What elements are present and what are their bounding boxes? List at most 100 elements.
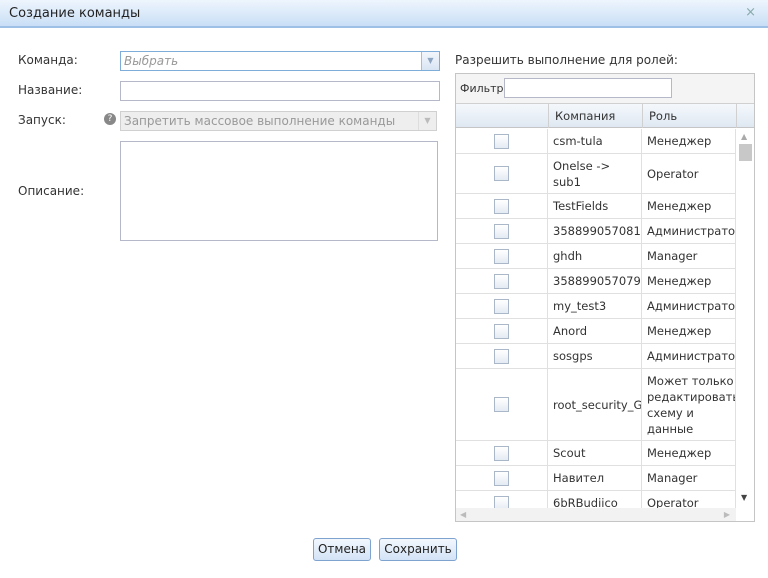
table-row[interactable]: root_security_G Может только редактирова… bbox=[456, 369, 736, 441]
row-select-cell bbox=[456, 129, 548, 153]
row-checkbox[interactable] bbox=[494, 248, 509, 264]
table-row[interactable]: ghdh Manager bbox=[456, 244, 736, 269]
scroll-down-icon[interactable]: ▼ bbox=[741, 493, 747, 502]
command-label: Команда: bbox=[18, 53, 78, 67]
close-icon[interactable]: × bbox=[745, 5, 756, 20]
role-cell: Менеджер bbox=[642, 129, 736, 153]
help-icon[interactable]: ? bbox=[104, 113, 116, 125]
name-label: Название: bbox=[18, 83, 83, 97]
table-row[interactable]: sosgps Администратор bbox=[456, 344, 736, 369]
roles-grid: Фильтр Компания Роль csm-tula Менеджер O… bbox=[455, 73, 755, 522]
role-cell: Operator bbox=[642, 491, 736, 508]
company-cell: root_security_G bbox=[548, 369, 642, 440]
row-checkbox[interactable] bbox=[494, 133, 509, 149]
table-row[interactable]: Навител Manager bbox=[456, 466, 736, 491]
scroll-up-icon[interactable]: ▲ bbox=[741, 132, 747, 141]
table-row[interactable]: Anord Менеджер bbox=[456, 319, 736, 344]
save-button[interactable]: Сохранить bbox=[379, 538, 457, 561]
row-checkbox[interactable] bbox=[494, 348, 509, 364]
company-cell: 3588990570797 bbox=[548, 269, 642, 293]
row-select-cell bbox=[456, 194, 548, 218]
column-header-company[interactable]: Компания bbox=[548, 104, 642, 128]
chevron-down-icon: ▼ bbox=[418, 112, 436, 130]
row-select-cell bbox=[456, 269, 548, 293]
company-cell: 3588990570819 bbox=[548, 219, 642, 243]
row-checkbox[interactable] bbox=[494, 198, 509, 214]
row-select-cell bbox=[456, 244, 548, 268]
filter-label: Фильтр bbox=[460, 82, 504, 95]
row-checkbox[interactable] bbox=[494, 445, 509, 461]
row-select-cell bbox=[456, 319, 548, 343]
role-cell: Менеджер bbox=[642, 441, 736, 465]
grid-header: Компания Роль bbox=[456, 104, 754, 128]
role-cell: Operator bbox=[642, 154, 736, 193]
command-placeholder: Выбрать bbox=[124, 54, 179, 68]
filter-input[interactable] bbox=[504, 78, 672, 98]
name-input[interactable] bbox=[120, 81, 440, 101]
role-cell: Администратор bbox=[642, 344, 736, 368]
column-header-role[interactable]: Роль bbox=[642, 104, 736, 128]
company-cell: 6bRBudiico bbox=[548, 491, 642, 508]
scroll-left-icon[interactable]: ◀ bbox=[460, 510, 466, 519]
chevron-down-icon[interactable]: ▼ bbox=[421, 52, 439, 70]
launch-select: Запретить массовое выполнение команды ▼ bbox=[120, 111, 437, 131]
role-cell: Manager bbox=[642, 466, 736, 490]
row-checkbox[interactable] bbox=[494, 470, 509, 486]
role-cell: Может только редактировать схему и данны… bbox=[642, 369, 736, 440]
launch-label: Запуск: bbox=[18, 113, 66, 127]
company-cell: TestFields bbox=[548, 194, 642, 218]
table-row[interactable]: csm-tula Менеджер bbox=[456, 129, 736, 154]
grid-rows: csm-tula Менеджер Onelse -> sub1 Operato… bbox=[456, 129, 736, 508]
row-checkbox[interactable] bbox=[494, 495, 509, 508]
table-row[interactable]: my_test3 Администратор bbox=[456, 294, 736, 319]
company-cell: Anord bbox=[548, 319, 642, 343]
row-select-cell bbox=[456, 491, 548, 508]
table-row[interactable]: 3588990570797 Менеджер bbox=[456, 269, 736, 294]
company-cell: my_test3 bbox=[548, 294, 642, 318]
cancel-button[interactable]: Отмена bbox=[313, 538, 371, 561]
column-header-select[interactable] bbox=[456, 104, 548, 128]
row-select-cell bbox=[456, 344, 548, 368]
command-combo[interactable]: Выбрать ▼ bbox=[120, 51, 440, 71]
row-select-cell bbox=[456, 154, 548, 193]
description-textarea[interactable] bbox=[120, 141, 438, 241]
row-select-cell bbox=[456, 369, 548, 440]
column-header-spacer bbox=[736, 104, 754, 128]
role-cell: Менеджер bbox=[642, 269, 736, 293]
company-cell: sosgps bbox=[548, 344, 642, 368]
row-checkbox[interactable] bbox=[494, 323, 509, 339]
description-label: Описание: bbox=[18, 184, 85, 198]
company-cell: Навител bbox=[548, 466, 642, 490]
row-select-cell bbox=[456, 441, 548, 465]
table-row[interactable]: Scout Менеджер bbox=[456, 441, 736, 466]
table-row[interactable]: Onelse -> sub1 Operator bbox=[456, 154, 736, 194]
role-cell: Администратор bbox=[642, 219, 736, 243]
row-checkbox[interactable] bbox=[494, 166, 509, 181]
role-cell: Менеджер bbox=[642, 319, 736, 343]
row-checkbox[interactable] bbox=[494, 223, 509, 239]
row-checkbox[interactable] bbox=[494, 397, 509, 412]
company-cell: Scout bbox=[548, 441, 642, 465]
company-cell: ghdh bbox=[548, 244, 642, 268]
row-checkbox[interactable] bbox=[494, 273, 509, 289]
row-select-cell bbox=[456, 466, 548, 490]
role-cell: Менеджер bbox=[642, 194, 736, 218]
roles-title: Разрешить выполнение для ролей: bbox=[455, 53, 678, 67]
table-row[interactable]: TestFields Менеджер bbox=[456, 194, 736, 219]
scroll-thumb[interactable] bbox=[739, 144, 752, 161]
role-cell: Manager bbox=[642, 244, 736, 268]
table-row[interactable]: 3588990570819 Администратор bbox=[456, 219, 736, 244]
dialog-title: Создание команды bbox=[9, 6, 141, 21]
vertical-scrollbar[interactable]: ▲ ▼ bbox=[736, 129, 754, 508]
company-cell: csm-tula bbox=[548, 129, 642, 153]
scroll-right-icon[interactable]: ▶ bbox=[724, 510, 730, 519]
row-checkbox[interactable] bbox=[494, 298, 509, 314]
horizontal-scrollbar[interactable]: ◀ ▶ bbox=[456, 508, 736, 521]
row-select-cell bbox=[456, 219, 548, 243]
dialog-titlebar: Создание команды × bbox=[0, 0, 768, 28]
filter-bar: Фильтр bbox=[456, 74, 754, 104]
row-select-cell bbox=[456, 294, 548, 318]
company-cell: Onelse -> sub1 bbox=[548, 154, 642, 193]
role-cell: Администратор bbox=[642, 294, 736, 318]
table-row[interactable]: 6bRBudiico Operator bbox=[456, 491, 736, 508]
